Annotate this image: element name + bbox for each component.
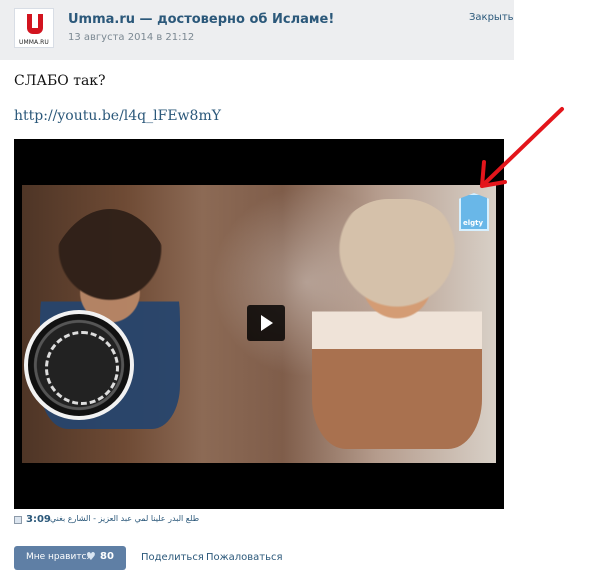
close-link[interactable]: Закрыть: [469, 12, 514, 23]
post-date: 13 августа 2014 в 21:12: [68, 32, 195, 43]
video-thumbnail[interactable]: elgty: [22, 185, 496, 463]
show-logo-icon: [24, 310, 134, 420]
community-avatar[interactable]: UMMA.RU: [14, 8, 54, 48]
red-arrow-icon: [480, 107, 564, 188]
video-player[interactable]: elgty: [14, 139, 504, 509]
social-post-page: UMMA.RU Umma.ru — достоверно об Исламе! …: [0, 0, 604, 573]
heart-icon: ♥: [86, 550, 96, 563]
like-button[interactable]: Мне нравится ♥ 80: [14, 546, 126, 570]
channel-logo-text: elgty: [463, 219, 484, 227]
video-person-right: [312, 199, 482, 449]
video-icon: [14, 516, 22, 524]
post-text: СЛАБО так?: [14, 73, 106, 89]
video-meta: 3:09 طلع البدر علينا لمي عبد العزيز - ال…: [14, 514, 244, 528]
umma-logo-icon: [27, 14, 43, 34]
post-author-link[interactable]: Umma.ru — достоверно об Исламе!: [68, 12, 334, 27]
like-count: 80: [100, 551, 114, 562]
video-title-link[interactable]: طلع البدر علينا لمي عبد العزيز - الشارع …: [50, 514, 199, 523]
youtube-link[interactable]: http://youtu.be/l4q_lFEw8mY: [14, 108, 221, 124]
report-link[interactable]: Пожаловаться: [206, 552, 283, 563]
post-header: UMMA.RU Umma.ru — достоверно об Исламе! …: [0, 0, 514, 60]
post-actions: Мне нравится ♥ 80 Поделиться Пожаловатьс…: [14, 546, 314, 570]
share-link[interactable]: Поделиться: [141, 552, 204, 563]
avatar-logo-text: UMMA.RU: [19, 39, 49, 46]
play-button[interactable]: [247, 305, 285, 341]
video-duration: 3:09: [26, 514, 51, 525]
like-label: Мне нравится: [26, 552, 92, 562]
